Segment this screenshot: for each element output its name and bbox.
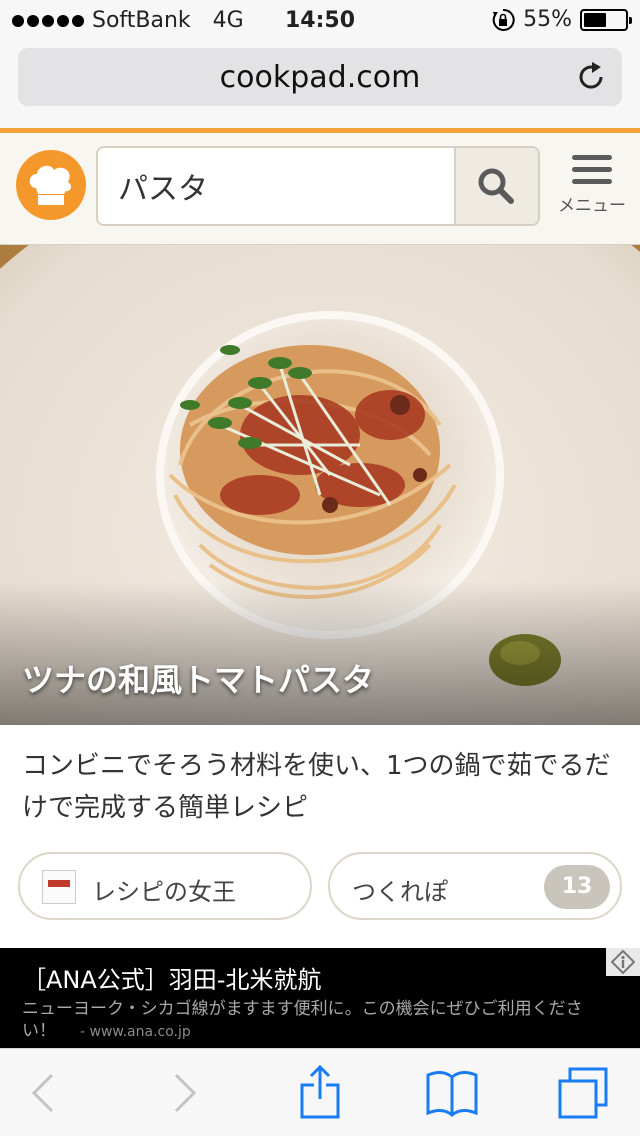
ad-choices-icon bbox=[611, 950, 635, 974]
author-button[interactable]: レシピの女王 bbox=[18, 852, 312, 920]
site-header: メニュー bbox=[0, 133, 640, 245]
forward-button[interactable] bbox=[156, 1065, 212, 1121]
pasta-dish-image bbox=[0, 245, 640, 725]
back-icon bbox=[31, 1073, 54, 1113]
share-button[interactable] bbox=[292, 1065, 348, 1121]
menu-label: メニュー bbox=[558, 196, 626, 216]
search-input[interactable] bbox=[98, 148, 456, 224]
battery-percent: 55% bbox=[523, 7, 572, 32]
battery-icon bbox=[580, 8, 632, 31]
tabs-icon bbox=[558, 1067, 608, 1119]
tsukurepo-label: つくれぽ bbox=[352, 878, 448, 906]
recipe-photo[interactable]: ツナの和風トマトパスタ bbox=[0, 245, 640, 725]
search-button[interactable] bbox=[454, 148, 538, 224]
ad-url: - www.ana.co.jp bbox=[80, 1024, 191, 1040]
tsukurepo-button[interactable]: つくれぽ 13 bbox=[328, 852, 622, 920]
back-button[interactable] bbox=[16, 1065, 72, 1121]
share-icon bbox=[300, 1065, 340, 1119]
recipe-description: コンビニでそろう材料を使い、1つの鍋で茹でるだけで完成する簡単レシピ bbox=[22, 751, 611, 823]
author-avatar bbox=[42, 870, 76, 904]
status-right: 55% bbox=[491, 7, 632, 32]
search-icon bbox=[478, 168, 514, 204]
hamburger-icon bbox=[572, 155, 612, 184]
menu-button[interactable]: メニュー bbox=[552, 155, 632, 225]
ad-banner[interactable]: ［ANA公式］羽田-北米就航 ニューヨーク・シカゴ線がますます便利に。この機会に… bbox=[0, 948, 640, 1048]
reload-icon[interactable] bbox=[574, 60, 608, 94]
recipe-title[interactable]: ツナの和風トマトパスタ bbox=[22, 655, 374, 701]
ad-title[interactable]: ［ANA公式］羽田-北米就航 bbox=[22, 960, 321, 995]
tsukurepo-count-badge: 13 bbox=[544, 865, 610, 909]
bookmarks-button[interactable] bbox=[424, 1065, 480, 1121]
url-text[interactable]: cookpad.com bbox=[18, 60, 622, 95]
battery-fill bbox=[584, 12, 606, 27]
cookpad-logo[interactable] bbox=[16, 150, 86, 220]
chef-hat-icon bbox=[29, 165, 72, 205]
forward-icon bbox=[174, 1073, 197, 1113]
search-box[interactable] bbox=[96, 146, 540, 226]
ad-info-button[interactable] bbox=[606, 948, 640, 976]
browser-toolbar bbox=[0, 1048, 640, 1136]
rotation-lock-icon bbox=[492, 8, 515, 31]
status-bar: SoftBank 4G 14:50 55% bbox=[0, 0, 640, 40]
bookmarks-icon bbox=[426, 1071, 478, 1117]
address-bar[interactable]: cookpad.com bbox=[18, 48, 622, 106]
ad-body: ニューヨーク・シカゴ線がますます便利に。この機会にぜひご利用ください！ - www… bbox=[22, 998, 626, 1043]
tabs-button[interactable] bbox=[556, 1065, 612, 1121]
browser-url-area: cookpad.com bbox=[0, 40, 640, 128]
author-name: レシピの女王 bbox=[92, 878, 236, 906]
